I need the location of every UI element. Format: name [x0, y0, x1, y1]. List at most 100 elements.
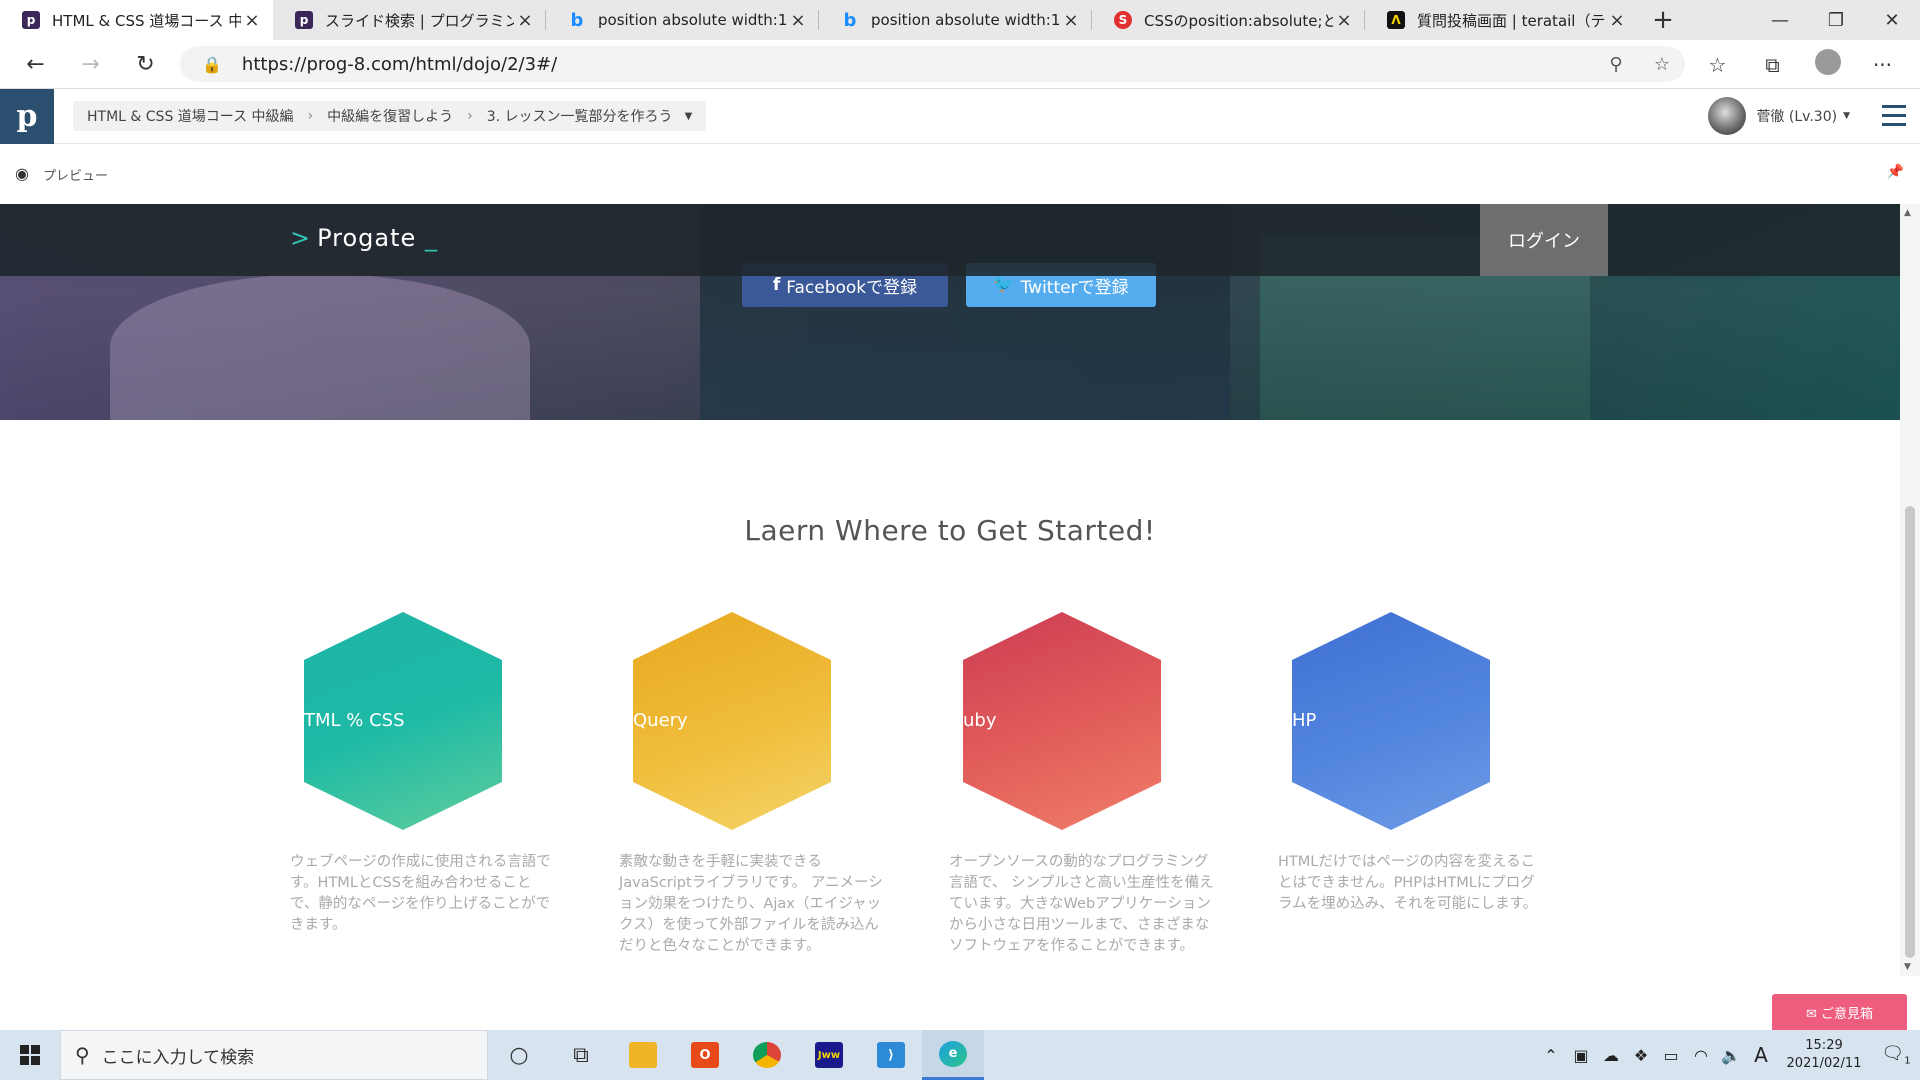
lesson-card: HP HTMLだけではページの内容を変えることはできません。PHPはHTMLにプ… [1278, 612, 1543, 915]
taskbar-search[interactable]: ⚲ ここに入力して検索 [60, 1030, 488, 1080]
camera-icon[interactable]: ▣ [1566, 1046, 1596, 1065]
login-button[interactable]: ログイン [1480, 204, 1608, 276]
scroll-down-arrow[interactable]: ▼ [1904, 962, 1911, 972]
windows-taskbar: ⚲ ここに入力して検索 ○ ⧉ O Jww ⟩ e ⌃ ▣ ☁ ❖ ▭ ◠ 🔈 … [0, 1030, 1920, 1080]
refresh-button[interactable]: ↻ [118, 44, 173, 84]
progate-logo[interactable]: p [0, 89, 54, 144]
new-tab-button[interactable]: + [1638, 0, 1688, 40]
clock-date: 2021/02/11 [1786, 1056, 1862, 1071]
scrollbar-thumb[interactable] [1905, 506, 1915, 958]
file-explorer-icon[interactable] [612, 1030, 674, 1080]
close-tab-icon[interactable]: × [787, 10, 809, 31]
notification-count: 1 [1904, 1055, 1911, 1067]
preview-bar: ◉ プレビュー 📌 [0, 144, 1920, 204]
ime-indicator[interactable]: A [1746, 1043, 1776, 1067]
dropbox-icon[interactable]: ❖ [1626, 1046, 1656, 1065]
caret-down-icon[interactable]: ▼ [685, 111, 693, 122]
hamburger-menu-icon[interactable] [1882, 105, 1906, 132]
wifi-icon[interactable]: ◠ [1686, 1046, 1716, 1065]
restore-button[interactable]: ❐ [1808, 0, 1864, 40]
lock-icon[interactable]: 🔒 [202, 55, 222, 74]
teratail-icon: Λ [1387, 11, 1405, 29]
jww-icon[interactable]: Jww [798, 1030, 860, 1080]
close-tab-icon[interactable]: × [1333, 10, 1355, 31]
breadcrumb-chapter[interactable]: 中級編を復習しよう [327, 106, 453, 126]
site-logo[interactable]: > Progate _ [290, 224, 438, 252]
section-heading: Laern Where to Get Started! [744, 514, 1156, 547]
lesson-title: TML % CSS [304, 710, 405, 731]
browser-tab[interactable]: p スライド検索 | プログラミングの入門 × [273, 0, 546, 40]
clock-time: 15:29 [1805, 1038, 1843, 1053]
close-tab-icon[interactable]: × [1606, 10, 1628, 31]
battery-icon[interactable]: ▭ [1656, 1046, 1686, 1065]
clock[interactable]: 15:29 2021/02/11 [1776, 1037, 1872, 1073]
office-icon[interactable]: O [674, 1030, 736, 1080]
lesson-card: TML % CSS ウェブページの作成に使用される言語です。HTMLとCSSを組… [290, 612, 555, 936]
scroll-up-arrow[interactable]: ▲ [1904, 208, 1911, 218]
browser-tab[interactable]: p HTML & CSS 道場コース 中級編 × [0, 0, 273, 40]
favorites-icon[interactable]: ☆ [1690, 53, 1745, 77]
breadcrumb: HTML & CSS 道場コース 中級編 › 中級編を復習しよう › 3. レッ… [73, 101, 707, 131]
lesson-title: HP [1292, 710, 1317, 731]
php-hexagon-icon[interactable]: HP [1292, 612, 1490, 830]
vscode-icon[interactable]: ⟩ [860, 1030, 922, 1080]
facebook-icon: f [772, 275, 781, 295]
start-button[interactable] [0, 1030, 60, 1080]
breadcrumb-course[interactable]: HTML & CSS 道場コース 中級編 [87, 106, 294, 126]
close-tab-icon[interactable]: × [241, 10, 263, 31]
caret-down-icon[interactable]: ▼ [1843, 111, 1850, 121]
preview-scrollbar[interactable]: ▲ ▼ [1900, 204, 1920, 976]
cortana-icon[interactable]: ○ [488, 1030, 550, 1080]
lesson-title: Query [633, 710, 688, 731]
user-menu[interactable]: 菅徹 (Lv.30) ▼ [1708, 97, 1850, 135]
profile-icon[interactable] [1800, 49, 1855, 80]
eye-icon: ◉ [15, 164, 29, 183]
red-logo-icon: S [1114, 11, 1132, 29]
lesson-card: Query 素敵な動きを手軽に実装できるJavaScriptライブラリです。 ア… [619, 612, 884, 957]
browser-tab[interactable]: b position absolute width:100% × [819, 0, 1092, 40]
add-favorite-icon[interactable]: ☆ [1639, 54, 1685, 75]
close-window-button[interactable]: ✕ [1864, 0, 1920, 40]
jquery-hexagon-icon[interactable]: Query [633, 612, 831, 830]
feedback-button[interactable]: ✉ ご意見箱 [1772, 994, 1907, 1030]
browser-tab[interactable]: b position absolute width:100% × [546, 0, 819, 40]
user-name[interactable]: 菅徹 (Lv.30) [1756, 106, 1837, 126]
twitter-signup-label: Twitterで登録 [1020, 277, 1129, 298]
volume-icon[interactable]: 🔈 [1716, 1046, 1746, 1065]
browser-tab[interactable]: Λ 質問投稿画面 | teratail（テラテイル） × [1365, 0, 1638, 40]
lesson-description: オープンソースの動的なプログラミング言語で、 シンプルさと高い生産性を備えていま… [949, 854, 1214, 954]
avatar[interactable] [1708, 97, 1747, 135]
pin-icon[interactable]: 📌 [1887, 164, 1904, 180]
more-menu-icon[interactable]: ··· [1855, 53, 1910, 77]
breadcrumb-lesson[interactable]: 3. レッスン一覧部分を作ろう [487, 106, 673, 126]
onedrive-icon[interactable]: ☁ [1596, 1046, 1626, 1065]
progate-icon: p [295, 11, 313, 29]
chrome-icon[interactable] [736, 1030, 798, 1080]
back-button[interactable]: ← [8, 44, 63, 84]
browser-tab-strip: p HTML & CSS 道場コース 中級編 × p スライド検索 | プログラ… [0, 0, 1920, 40]
close-tab-icon[interactable]: × [1060, 10, 1082, 31]
ruby-hexagon-icon[interactable]: uby [963, 612, 1161, 830]
zoom-icon[interactable]: ⚲ [1593, 54, 1639, 75]
forward-button[interactable]: → [63, 44, 118, 84]
address-bar[interactable]: 🔒 https://prog-8.com/html/dojo/2/3#/ ⚲ ☆ [180, 46, 1685, 82]
search-placeholder: ここに入力して検索 [101, 1047, 255, 1068]
chevron-up-icon[interactable]: ⌃ [1536, 1046, 1566, 1065]
edge-icon[interactable]: e [922, 1030, 984, 1080]
bing-icon: b [570, 9, 584, 31]
lesson-card: uby オープンソースの動的なプログラミング言語で、 シンプルさと高い生産性を備… [949, 612, 1214, 957]
task-view-icon[interactable]: ⧉ [550, 1030, 612, 1080]
html-hexagon-icon[interactable]: TML % CSS [304, 612, 502, 830]
url-text[interactable]: https://prog-8.com/html/dojo/2/3#/ [242, 54, 1593, 75]
lesson-description: HTMLだけではページの内容を変えることはできません。PHPはHTMLにプログラ… [1278, 854, 1538, 912]
close-tab-icon[interactable]: × [514, 10, 536, 31]
preview-frame: f Facebookで登録 🐦 Twitterで登録 > Progate _ ログイン… [0, 204, 1900, 976]
progate-header: p HTML & CSS 道場コース 中級編 › 中級編を復習しよう › 3. … [0, 89, 1920, 144]
hero-cup [110, 274, 530, 420]
chevron-right-icon: › [467, 108, 473, 124]
browser-tab[interactable]: S CSSのposition:absolute;とは？ × [1092, 0, 1365, 40]
notification-center-icon[interactable]: 🗨1 [1872, 1043, 1920, 1067]
tab-title: CSSのposition:absolute;とは？ [1144, 11, 1333, 30]
collections-icon[interactable]: ⧉ [1745, 53, 1800, 77]
minimize-button[interactable]: — [1752, 0, 1808, 40]
